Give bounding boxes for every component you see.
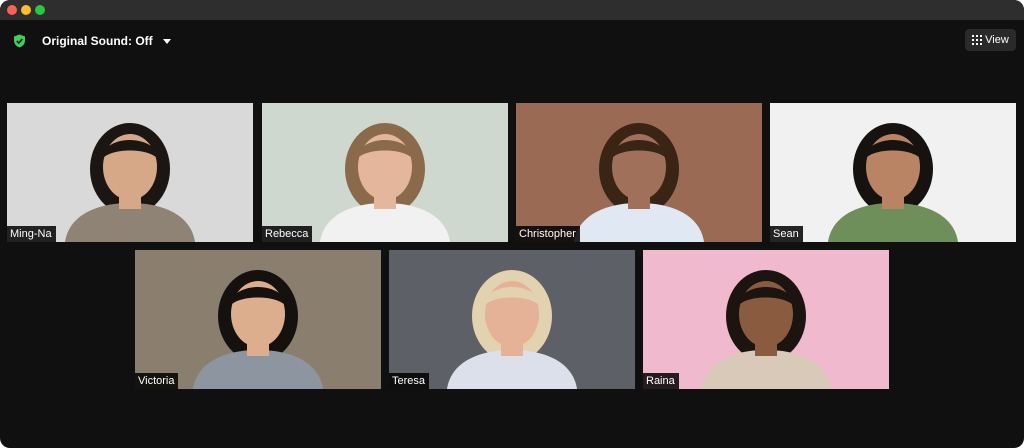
- view-button[interactable]: View: [965, 29, 1016, 51]
- participant-name: Raina: [643, 373, 679, 389]
- participant-name: Sean: [770, 226, 803, 242]
- participant-name: Victoria: [135, 373, 179, 389]
- video-call-window: Original Sound: Off View Ming-Na Rebecca…: [0, 0, 1024, 448]
- participant-tile[interactable]: Ming-Na: [7, 103, 253, 242]
- participant-name: Teresa: [389, 373, 430, 389]
- chevron-down-icon: [162, 38, 171, 44]
- original-sound-dropdown[interactable]: Original Sound: Off: [42, 33, 171, 49]
- original-sound-label: Original Sound: Off: [42, 34, 153, 48]
- minimize-window-button[interactable]: [21, 5, 31, 15]
- view-button-label: View: [985, 34, 1009, 46]
- grid-view-icon: [972, 35, 983, 45]
- zoom-window-button[interactable]: [35, 5, 45, 15]
- participant-tile[interactable]: Raina: [643, 250, 889, 389]
- participant-tile[interactable]: Victoria: [135, 250, 381, 389]
- participant-name: Christopher: [516, 226, 580, 242]
- participant-video: [516, 103, 762, 242]
- participant-tile[interactable]: Rebecca: [262, 103, 508, 242]
- participant-video: [643, 250, 889, 389]
- participant-tile[interactable]: Christopher: [516, 103, 762, 242]
- participant-video: [135, 250, 381, 389]
- participant-tile[interactable]: Sean: [770, 103, 1016, 242]
- participant-video: [7, 103, 253, 242]
- participant-name: Rebecca: [262, 226, 313, 242]
- close-window-button[interactable]: [7, 5, 17, 15]
- participant-video: [389, 250, 635, 389]
- participant-name: Ming-Na: [7, 226, 56, 242]
- title-bar: [0, 0, 1024, 20]
- participant-tile[interactable]: Teresa: [389, 250, 635, 389]
- participant-video: [262, 103, 508, 242]
- shield-check-icon: [14, 34, 25, 48]
- participant-video: [770, 103, 1016, 242]
